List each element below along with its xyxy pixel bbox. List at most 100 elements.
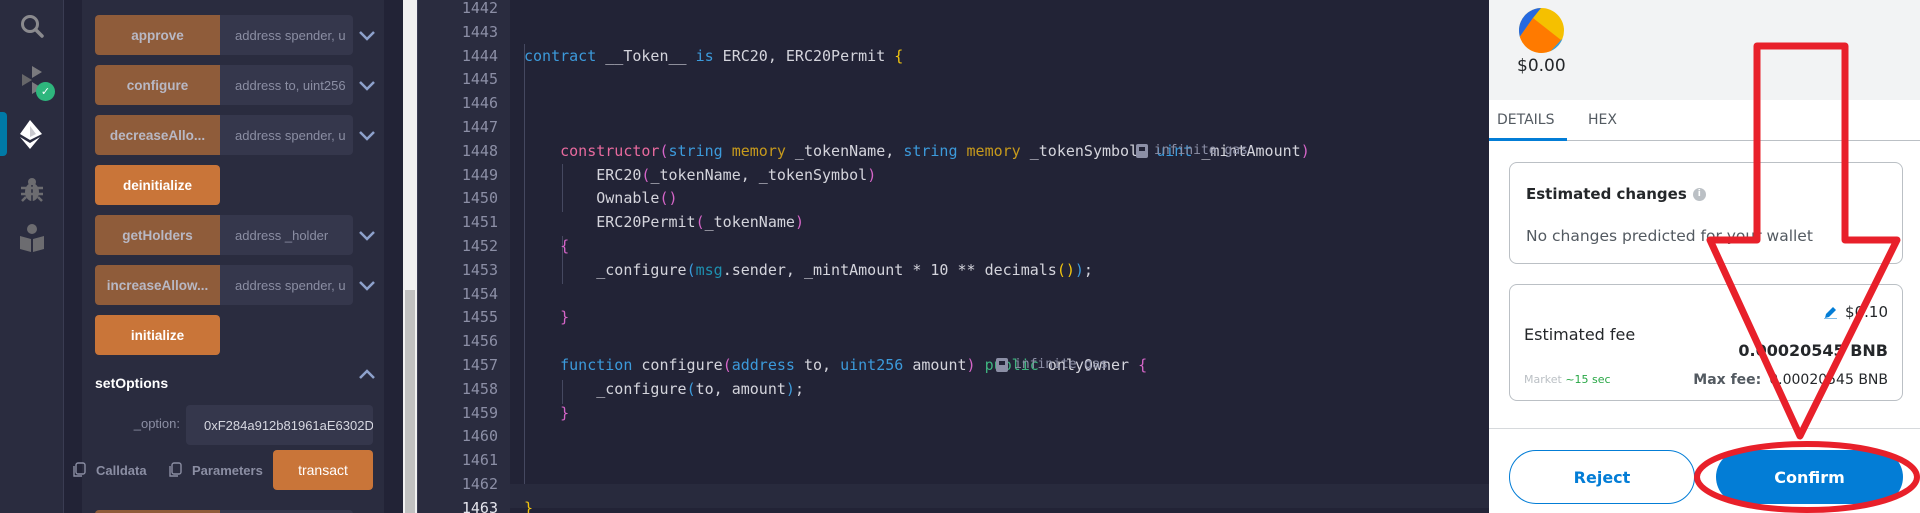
function-row-getholders: getHolders address _holder xyxy=(95,215,353,255)
copy-calldata-button[interactable]: Calldata xyxy=(72,455,147,485)
option-param-input[interactable]: 0xF284a912b81961aE6302D xyxy=(186,405,373,445)
code-line[interactable]: { xyxy=(524,234,569,258)
deinitialize-button[interactable]: deinitialize xyxy=(95,165,220,205)
code-line[interactable]: _configure(to, amount); xyxy=(524,377,804,401)
code-line[interactable]: } xyxy=(524,305,569,329)
estimated-fee-card: Estimated fee $0.10 0.00020545 BNB Marke… xyxy=(1509,284,1903,401)
increase-allowance-button[interactable]: increaseAllow... xyxy=(95,265,220,305)
bug-icon[interactable] xyxy=(14,172,50,208)
search-icon[interactable] xyxy=(14,8,50,44)
chevron-down-icon[interactable] xyxy=(358,130,376,142)
approve-button[interactable]: approve xyxy=(95,15,220,55)
active-tab-indicator xyxy=(1489,138,1567,141)
line-number: 1458 xyxy=(461,379,498,398)
line-number: 1446 xyxy=(461,94,498,113)
code-line[interactable]: ERC20Permit(_tokenName) xyxy=(524,210,804,234)
calldata-label: Calldata xyxy=(96,462,147,478)
active-indicator xyxy=(0,112,7,156)
line-number: 1452 xyxy=(461,237,498,255)
function-row-decreaseallowance: decreaseAllo... address spender, u xyxy=(95,115,353,155)
gas-estimate-text: infinite gas xyxy=(1154,142,1248,158)
gas-estimate-hint: infinite gas xyxy=(996,353,1108,377)
code-line[interactable]: } xyxy=(524,401,569,425)
line-number: 1445 xyxy=(461,70,498,89)
market-label: Market xyxy=(1524,373,1562,386)
line-number: 1455 xyxy=(461,308,498,327)
setoptions-title: setOptions xyxy=(95,375,169,391)
configure-params-input[interactable]: address to, uint256 xyxy=(220,65,353,105)
fee-native-value: 0.00020545 BNB xyxy=(1738,341,1888,360)
gas-pump-icon xyxy=(1136,143,1148,158)
line-number: 1462 xyxy=(461,475,498,493)
initialize-button[interactable]: initialize xyxy=(95,315,220,355)
line-number: 1460 xyxy=(461,427,498,446)
metamask-confirm-popup: $0.00 DETAILS HEX Estimated changes i No… xyxy=(1489,0,1920,513)
chevron-down-icon[interactable] xyxy=(358,30,376,42)
confirm-button[interactable]: Confirm xyxy=(1716,450,1903,504)
code-editor[interactable]: 1442 1443 1444 1445 1446 1447 1448 1449 1450 1451… xyxy=(417,0,1490,513)
line-number: 1448 xyxy=(461,141,498,160)
line-number: 1454 xyxy=(461,284,498,303)
chevron-up-icon[interactable] xyxy=(358,368,376,380)
estimated-changes-text: No changes predicted for your wallet xyxy=(1526,227,1813,245)
edit-pencil-icon[interactable] xyxy=(1824,306,1838,319)
transact-button[interactable]: transact xyxy=(273,450,373,490)
function-row-configure: configure address to, uint256 xyxy=(95,65,353,105)
configure-button[interactable]: configure xyxy=(95,65,220,105)
line-number: 1457 xyxy=(461,356,498,374)
line-number: 1449 xyxy=(461,165,498,184)
increase-allowance-params-input[interactable]: address spender, u xyxy=(220,265,353,305)
max-fee-value: 0.00020545 BNB xyxy=(1769,372,1888,388)
chevron-down-icon[interactable] xyxy=(358,230,376,242)
decrease-allowance-params-input[interactable]: address spender, u xyxy=(220,115,353,155)
copy-icon xyxy=(169,462,182,477)
gas-estimate-hint: infinite gas xyxy=(1136,139,1248,163)
estimated-changes-card: Estimated changes i No changes predicted… xyxy=(1509,162,1903,264)
code-line[interactable]: _configure(msg.sender, _mintAmount * 10 … xyxy=(524,258,1093,282)
line-number: 1443 xyxy=(461,22,498,41)
estimated-changes-title: Estimated changes i xyxy=(1526,185,1706,203)
copy-parameters-button[interactable]: Parameters xyxy=(168,455,263,485)
book-reader-icon[interactable] xyxy=(14,220,50,256)
fee-usd-value: $0.10 xyxy=(1845,303,1888,321)
info-icon[interactable]: i xyxy=(1692,187,1706,201)
chevron-down-icon[interactable] xyxy=(358,280,376,292)
panel-scrollbar-thumb[interactable] xyxy=(405,290,415,513)
transaction-header: $0.00 xyxy=(1489,0,1920,100)
max-fee-label: Max fee: xyxy=(1693,372,1762,388)
function-row-initialize: initialize xyxy=(95,315,220,355)
icon-sidebar: ✓ xyxy=(0,0,64,513)
line-number: 1444 xyxy=(461,46,498,65)
estimated-fee-label: Estimated fee xyxy=(1524,325,1636,344)
code-line[interactable]: Ownable() xyxy=(524,186,677,210)
gas-estimate-text: infinite gas xyxy=(1014,357,1108,372)
code-line[interactable]: } xyxy=(524,496,533,513)
function-row-increaseallowance: increaseAllow... address spender, u xyxy=(95,265,353,305)
chevron-down-icon[interactable] xyxy=(358,80,376,92)
code-line[interactable]: ERC20(_tokenName, _tokenSymbol) xyxy=(524,163,876,187)
reject-button[interactable]: Reject xyxy=(1509,450,1695,504)
get-holders-params-input[interactable]: address _holder xyxy=(220,215,353,255)
line-number: 1442 xyxy=(461,0,498,17)
account-identicon xyxy=(1519,8,1564,53)
line-number: 1459 xyxy=(461,403,498,422)
approve-params-input[interactable]: address spender, u xyxy=(220,15,353,55)
tabs: DETAILS HEX xyxy=(1489,100,1920,141)
line-number: 1456 xyxy=(461,332,498,351)
parameters-label: Parameters xyxy=(192,462,263,478)
function-row-approve: approve address spender, u xyxy=(95,15,353,55)
line-number: 1451 xyxy=(461,213,498,232)
gas-pump-icon xyxy=(996,358,1008,372)
tab-details[interactable]: DETAILS xyxy=(1497,112,1554,128)
decrease-allowance-button[interactable]: decreaseAllo... xyxy=(95,115,220,155)
tab-hex[interactable]: HEX xyxy=(1588,112,1617,128)
line-number: 1463 xyxy=(461,498,498,513)
line-number: 1450 xyxy=(461,189,498,208)
get-holders-button[interactable]: getHolders xyxy=(95,215,220,255)
estimated-changes-heading: Estimated changes xyxy=(1526,185,1687,203)
ethereum-deploy-icon[interactable] xyxy=(14,116,50,152)
transaction-amount: $0.00 xyxy=(1517,56,1566,76)
code-line[interactable]: contract __Token__ is ERC20, ERC20Permit… xyxy=(524,44,903,68)
max-fee: Max fee: 0.00020545 BNB xyxy=(1693,372,1888,388)
fee-market-speed[interactable]: Market ~15 sec xyxy=(1524,373,1611,386)
